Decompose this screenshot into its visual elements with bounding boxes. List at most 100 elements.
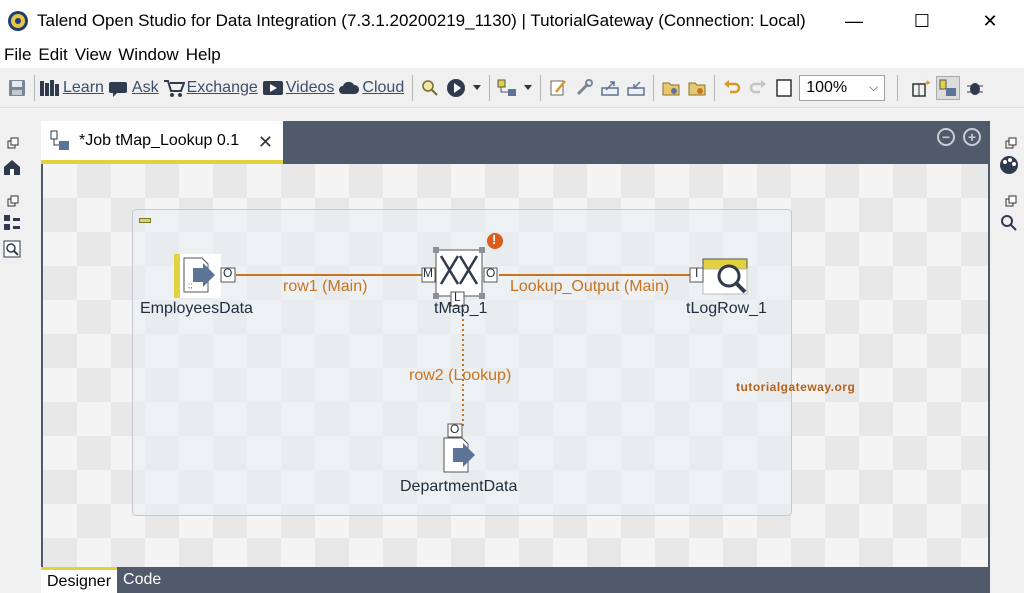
watermark-text: tutorialgateway.org — [736, 380, 856, 394]
window-title: Talend Open Studio for Data Integration … — [37, 11, 806, 30]
chevron-down-icon: ⌵ — [869, 80, 879, 94]
restore-icon[interactable] — [1000, 190, 1022, 212]
videos-label: Videos — [285, 78, 335, 96]
ask-label: Ask — [131, 78, 159, 96]
restore-icon[interactable] — [1000, 132, 1022, 154]
designer-canvas[interactable]: ;; O M L O I O ! EmployeesData tMap_1 tL… — [43, 164, 988, 567]
close-window-button[interactable]: ✕ — [956, 0, 1024, 42]
zoom-value: 100% — [806, 78, 848, 96]
restore-icon[interactable] — [2, 132, 24, 154]
video-icon — [262, 80, 283, 95]
menu-edit[interactable]: Edit — [38, 45, 67, 65]
ask-link[interactable]: Ask — [108, 78, 159, 98]
palette-icon[interactable] — [998, 154, 1020, 176]
lookup-output-link-label[interactable]: Lookup_Output (Main) — [510, 278, 669, 296]
talend-app-icon — [8, 11, 28, 31]
editor-bottom-tabs: Designer Code — [41, 567, 990, 593]
redo-icon[interactable] — [747, 77, 769, 99]
department-port-letter: O — [450, 422, 460, 436]
wrench-icon[interactable] — [573, 77, 595, 99]
tab-designer[interactable]: Designer — [41, 567, 118, 593]
menu-file[interactable]: File — [4, 45, 31, 65]
logrow-component-label[interactable]: tLogRow_1 — [686, 300, 767, 318]
find-icon[interactable] — [419, 77, 441, 99]
menu-bar: File Edit View Window Help — [0, 42, 1024, 68]
run-icon[interactable] — [445, 77, 467, 99]
svg-text:;;: ;; — [188, 281, 192, 290]
save-icon[interactable] — [6, 77, 28, 99]
videos-link[interactable]: Videos — [262, 78, 335, 98]
toolbar-separator — [34, 74, 35, 101]
tmap-main-port-letter: M — [423, 266, 433, 280]
integration-perspective-icon[interactable] — [936, 75, 961, 100]
chat-icon — [108, 81, 127, 97]
toolbar-separator — [489, 74, 491, 101]
editor-tab-bar: *Job tMap_Lookup 0.1 ✕ − + — [41, 121, 990, 164]
job-tab[interactable]: *Job tMap_Lookup 0.1 ✕ — [41, 121, 283, 164]
toolbar-separator — [653, 74, 655, 101]
department-component-label[interactable]: DepartmentData — [400, 478, 517, 496]
perspective-add-icon[interactable]: ✦ — [910, 77, 932, 99]
main-toolbar: Learn Ask Exchange Videos Cloud 100% ⌵ ✦ — [0, 68, 1024, 108]
right-trim-bar — [994, 108, 1024, 593]
canvas-graphics: ;; — [174, 233, 748, 473]
tab-code[interactable]: Code — [117, 567, 167, 593]
cart-icon — [163, 79, 185, 97]
properties-icon[interactable] — [998, 212, 1020, 234]
maximize-editor-icon[interactable]: + — [963, 128, 981, 146]
close-tab-icon[interactable]: ✕ — [258, 132, 273, 153]
undo-icon[interactable] — [721, 77, 743, 99]
menu-window[interactable]: Window — [118, 45, 178, 65]
window-controls: — ☐ ✕ — [820, 0, 1024, 42]
zoom-select[interactable]: 100% ⌵ — [799, 74, 886, 101]
edit-icon[interactable] — [547, 77, 569, 99]
job-dropdown-icon[interactable] — [522, 77, 534, 99]
maximize-button[interactable]: ☐ — [888, 0, 956, 42]
minimize-editor-icon[interactable]: − — [937, 128, 955, 146]
cloud-label: Cloud — [362, 78, 405, 96]
book-icon — [40, 79, 59, 96]
exchange-link[interactable]: Exchange — [163, 78, 258, 98]
job-design-icon[interactable] — [496, 77, 518, 99]
import-icon[interactable] — [625, 77, 647, 99]
toolbar-separator — [412, 74, 414, 101]
page-icon[interactable] — [773, 77, 795, 99]
toolbar-separator — [897, 74, 899, 101]
toolbar-separator — [540, 74, 542, 101]
cloud-link[interactable]: Cloud — [338, 78, 404, 98]
learn-label: Learn — [63, 78, 104, 96]
employees-component-icon: ;; — [174, 254, 221, 298]
employees-component-label[interactable]: EmployeesData — [140, 300, 253, 318]
tmap-output-port-letter: O — [486, 266, 496, 280]
home-icon[interactable] — [1, 156, 23, 178]
logrow-port-letter: I — [695, 266, 699, 280]
left-trim-bar — [0, 108, 26, 593]
employees-port-letter: O — [223, 266, 233, 280]
debug-perspective-icon[interactable] — [964, 77, 986, 99]
folder-left-icon[interactable] — [660, 77, 682, 99]
minimize-button[interactable]: — — [820, 0, 888, 42]
svg-text:✦: ✦ — [924, 78, 931, 88]
tmap-component-label[interactable]: tMap_1 — [434, 300, 487, 318]
row1-link-label[interactable]: row1 (Main) — [283, 278, 367, 296]
menu-view[interactable]: View — [75, 45, 112, 65]
export-icon[interactable] — [599, 77, 621, 99]
folder-right-icon[interactable] — [686, 77, 708, 99]
menu-help[interactable]: Help — [186, 45, 221, 65]
row2-link-label[interactable]: row2 (Lookup) — [409, 367, 511, 385]
learn-link[interactable]: Learn — [39, 78, 104, 98]
logrow-component-icon — [702, 258, 748, 295]
navigator-icon[interactable] — [1, 238, 23, 260]
exchange-label: Exchange — [186, 78, 258, 96]
job-tab-title: *Job tMap_Lookup 0.1 — [79, 131, 240, 149]
job-editor: *Job tMap_Lookup 0.1 ✕ − + ;; O M L O I … — [41, 121, 990, 593]
department-component-icon — [443, 437, 475, 473]
outline-icon[interactable] — [1, 212, 23, 234]
run-dropdown-icon[interactable] — [471, 77, 483, 99]
restore-icon[interactable] — [2, 190, 24, 212]
cloud-icon — [339, 81, 360, 94]
title-bar: Talend Open Studio for Data Integration … — [0, 0, 1024, 42]
toolbar-separator — [714, 74, 716, 101]
warning-badge-mark: ! — [492, 232, 497, 247]
job-icon — [50, 130, 69, 150]
